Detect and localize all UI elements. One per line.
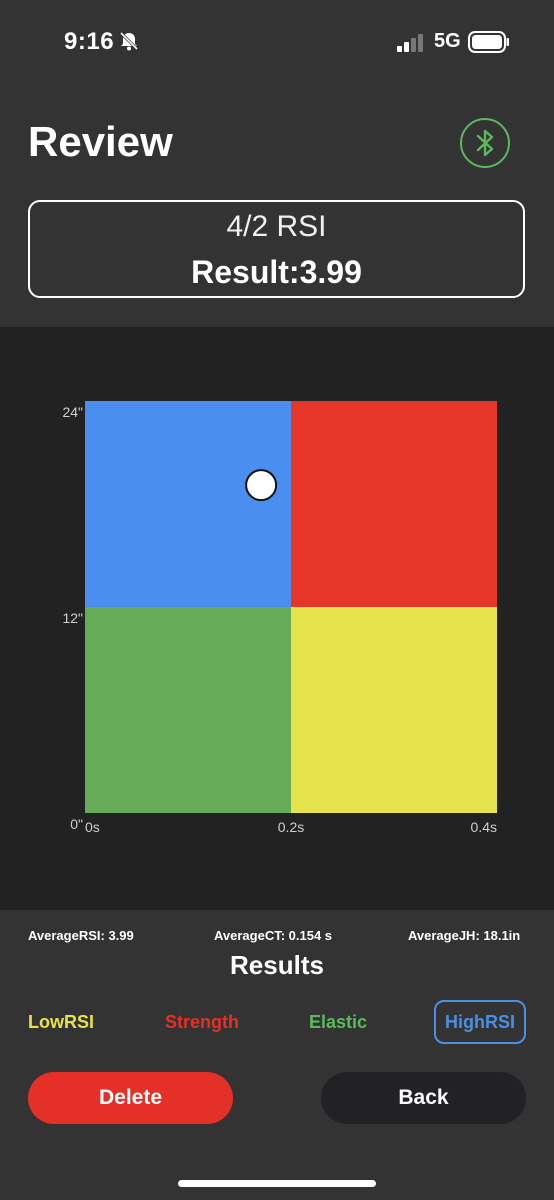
legend-high-rsi[interactable]: HighRSI bbox=[434, 1000, 526, 1044]
status-bar: 9:16 5G bbox=[0, 0, 554, 80]
rsi-quadrant-chart: 0s 0.2s 0.4s 24" 12" 0" bbox=[0, 327, 554, 910]
y-tick-label: 0" bbox=[70, 816, 83, 832]
results-heading: Results bbox=[230, 950, 324, 980]
chart-svg: 0s 0.2s 0.4s 24" 12" 0" bbox=[62, 401, 497, 835]
bluetooth-icon bbox=[476, 129, 494, 157]
test-name: 4/2 RSI bbox=[226, 210, 327, 243]
back-button[interactable]: Back bbox=[321, 1072, 526, 1124]
legend-strength[interactable]: Strength bbox=[165, 1012, 239, 1033]
y-tick-label: 24" bbox=[62, 404, 83, 420]
page-title: Review bbox=[28, 118, 173, 165]
average-rsi: AverageRSI: 3.99 bbox=[28, 928, 134, 943]
delete-button[interactable]: Delete bbox=[28, 1072, 233, 1124]
results-legend: LowRSI Strength Elastic HighRSI bbox=[0, 1000, 554, 1044]
legend-elastic[interactable]: Elastic bbox=[309, 1012, 367, 1033]
x-tick-label: 0.4s bbox=[471, 819, 497, 835]
stats-row: AverageRSI: 3.99 AverageCT: 0.154 s Aver… bbox=[0, 928, 554, 948]
legend-low-rsi[interactable]: LowRSI bbox=[28, 1012, 94, 1033]
quadrant-strength bbox=[291, 401, 497, 607]
result-card: 4/2 RSI Result:3.99 bbox=[28, 200, 525, 298]
battery-icon bbox=[468, 31, 509, 53]
result-value: Result:3.99 bbox=[191, 254, 362, 290]
quadrant-highrsi bbox=[85, 401, 291, 607]
x-tick-label: 0s bbox=[85, 819, 100, 835]
quadrant-elastic bbox=[85, 607, 291, 813]
bell-slash-icon bbox=[119, 31, 139, 51]
y-tick-label: 12" bbox=[62, 610, 83, 626]
bluetooth-button[interactable] bbox=[460, 118, 510, 168]
home-indicator bbox=[178, 1180, 376, 1187]
average-ct: AverageCT: 0.154 s bbox=[214, 928, 333, 943]
quadrant-lowrsi bbox=[291, 607, 497, 813]
data-point bbox=[245, 469, 278, 502]
average-jh: AverageJH: 18.1in bbox=[408, 928, 521, 943]
x-tick-label: 0.2s bbox=[278, 819, 304, 835]
signal-icon bbox=[397, 34, 423, 52]
status-time: 9:16 bbox=[64, 28, 115, 55]
network-label: 5G bbox=[434, 30, 461, 52]
